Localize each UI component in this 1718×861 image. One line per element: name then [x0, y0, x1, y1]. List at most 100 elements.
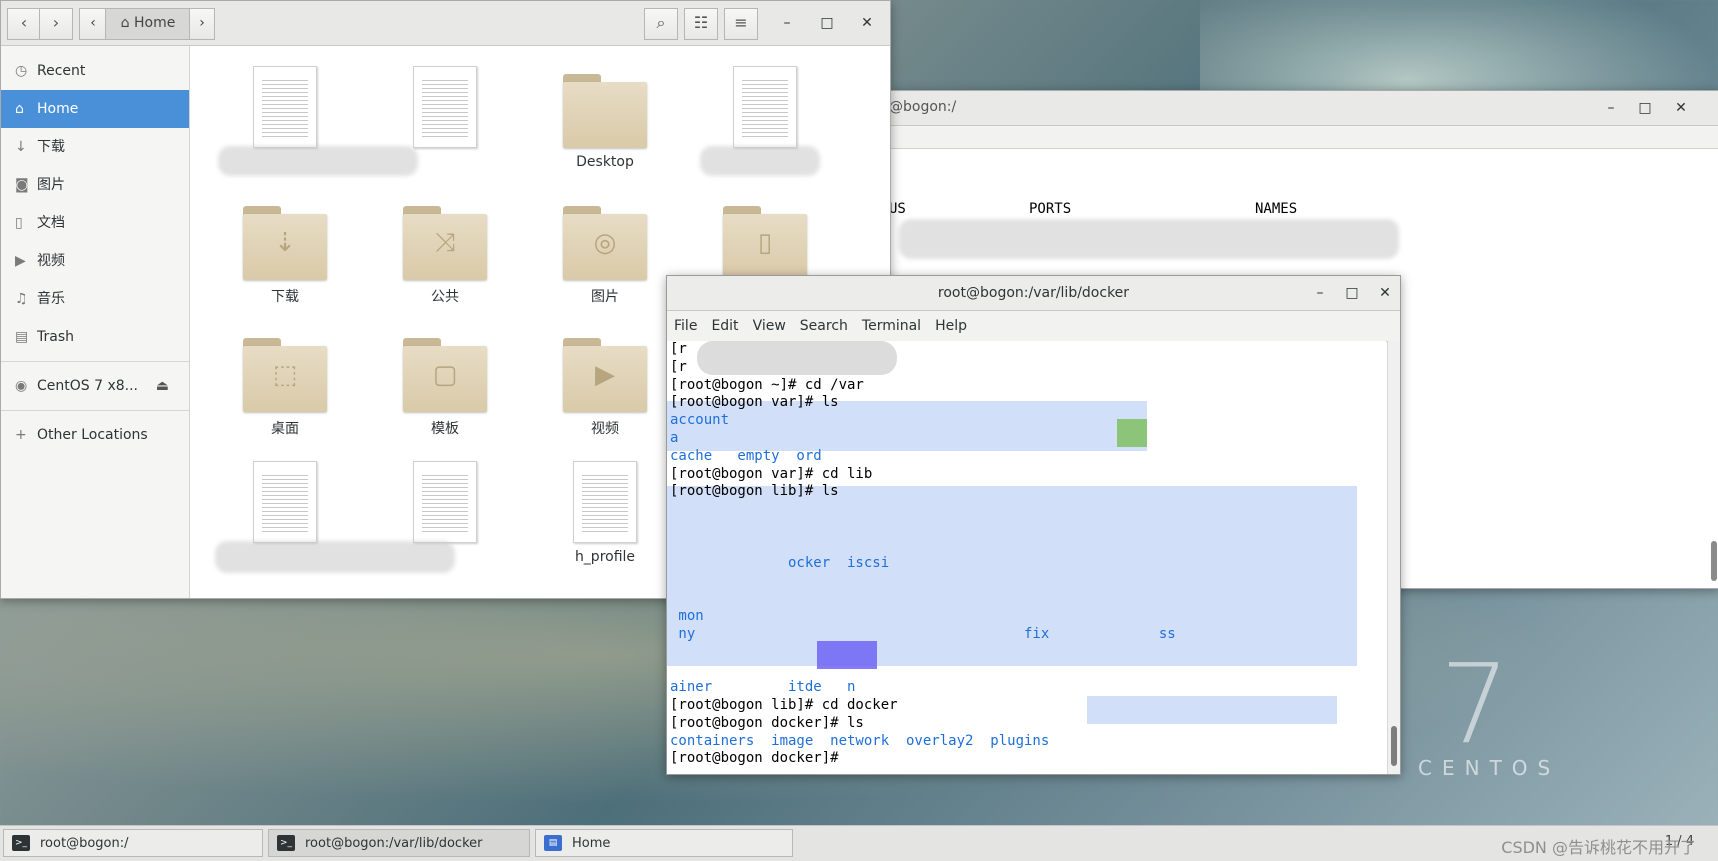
terminal-titlebar[interactable]: root@bogon:/var/lib/docker – □ ✕ [667, 276, 1400, 311]
scrollbar-thumb[interactable] [1711, 541, 1717, 581]
path-right-icon[interactable]: › [189, 8, 215, 40]
terminal-menubar: File Edit View Search Terminal Help [667, 311, 1400, 342]
terminal-window[interactable]: root@bogon:/var/lib/docker – □ ✕ File Edi… [666, 275, 1401, 775]
folder-videos[interactable]: ▶ 视频 [540, 328, 670, 438]
sidebar-item-recent[interactable]: ◷ Recent [1, 52, 189, 90]
maximize-icon[interactable]: □ [1342, 283, 1362, 303]
task-docker-terminal[interactable]: >_ root@bogon:/var/lib/docker [268, 829, 530, 857]
eject-icon[interactable]: ⏏ [156, 367, 169, 405]
taskbar: >_ root@bogon:/ >_ root@bogon:/var/lib/doc… [0, 825, 1718, 861]
menu-help[interactable]: Help [928, 311, 974, 341]
document-icon [413, 461, 477, 543]
path-left-icon[interactable]: ‹ [79, 8, 107, 40]
path-home-label: Home [134, 15, 176, 31]
menu-edit[interactable]: Edit [704, 311, 745, 341]
folder-desktop-cn[interactable]: ⬚ 桌面 [220, 328, 350, 438]
background-terminal-title: @bogon:/ [889, 99, 957, 115]
sidebar-item-home[interactable]: ⌂ Home [1, 90, 189, 128]
file-item[interactable] [220, 66, 350, 148]
file-bash-profile[interactable]: h_profile [540, 461, 670, 565]
folder-label: 下载 [271, 289, 299, 305]
folder-label: 桌面 [271, 421, 299, 437]
document-icon: ▯ [15, 215, 23, 231]
view-toggle-icon[interactable]: ☷ [684, 8, 718, 40]
menu-file[interactable]: File [667, 311, 704, 341]
sidebar-item-pictures[interactable]: ◙ 图片 [1, 166, 189, 204]
folder-pictures[interactable]: ◎ 图片 [540, 196, 670, 306]
terminal-line: containers image network overlay2 plugin… [670, 732, 1050, 749]
terminal-line: [r [670, 341, 687, 357]
task-label: root@bogon:/var/lib/docker [305, 836, 483, 851]
menu-icon[interactable]: ≡ [724, 8, 758, 40]
forward-icon[interactable]: › [39, 8, 73, 40]
sidebar-item-trash[interactable]: ▤ Trash [1, 318, 189, 356]
sidebar-item-music[interactable]: ♫ 音乐 [1, 280, 189, 318]
terminal-line: ocker iscsi [670, 554, 890, 571]
task-root-terminal[interactable]: >_ root@bogon:/ [3, 829, 263, 857]
minimize-icon[interactable]: – [1310, 283, 1330, 303]
files-icon: ▤ [544, 835, 562, 851]
video-icon: ▶ [15, 253, 26, 269]
menu-terminal[interactable]: Terminal [855, 311, 928, 341]
maximize-icon[interactable]: □ [817, 13, 837, 33]
terminal-line: [root@bogon lib]# cd docker [670, 696, 898, 713]
document-icon [253, 66, 317, 148]
terminal-scrollbar[interactable] [1387, 341, 1400, 774]
file-item[interactable] [220, 461, 350, 543]
scrollbar-thumb[interactable] [1391, 726, 1397, 766]
file-item[interactable] [380, 66, 510, 148]
task-files-home[interactable]: ▤ Home [535, 829, 793, 857]
file-label: h_profile [574, 549, 636, 565]
folder-icon [563, 64, 647, 148]
folder-documents[interactable]: ▯ [700, 196, 830, 280]
centos-logo-word: CENTOS [1418, 756, 1561, 780]
folder-video-icon: ▶ [563, 328, 647, 412]
folder-public[interactable]: ⤨ 公共 [380, 196, 510, 306]
folder-desktop-icon: ⬚ [243, 328, 327, 412]
search-icon[interactable]: ⌕ [644, 8, 678, 40]
close-icon[interactable]: ✕ [1375, 283, 1395, 303]
background-terminal-header[interactable]: @bogon:/ – □ ✕ [889, 91, 1718, 126]
terminal-line: ainer itde n [670, 679, 856, 696]
sidebar-item-label: Home [37, 101, 79, 117]
menu-search[interactable]: Search [793, 311, 855, 341]
sidebar-item-downloads[interactable]: ↓ 下载 [1, 128, 189, 166]
sidebar-item-centos-disc[interactable]: ◉ CentOS 7 x8... ⏏ [1, 367, 189, 405]
back-icon[interactable]: ‹ [7, 8, 41, 40]
terminal-line: [root@bogon lib]# ls [670, 483, 839, 500]
menu-view[interactable]: View [746, 311, 793, 341]
folder-label: 视频 [591, 421, 619, 437]
folder-downloads[interactable]: ⇣ 下载 [220, 196, 350, 306]
terminal-line: mon [670, 607, 704, 624]
terminal-icon: >_ [277, 835, 295, 851]
folder-desktop[interactable]: Desktop [540, 64, 670, 170]
terminal-output[interactable]: [r [r [root@bogon ~]# cd /var [root@bogon v… [667, 341, 1386, 774]
terminal-line: [r [670, 358, 687, 375]
sidebar-item-label: 音乐 [37, 291, 65, 307]
minimize-icon[interactable]: – [777, 13, 797, 33]
terminal-line: account [670, 412, 730, 429]
file-item[interactable] [380, 461, 510, 543]
maximize-icon[interactable]: □ [1635, 98, 1655, 118]
file-item[interactable] [700, 66, 830, 148]
sidebar-item-label: 视频 [37, 253, 65, 269]
close-icon[interactable]: ✕ [857, 13, 877, 33]
download-icon: ↓ [15, 139, 27, 155]
sidebar-item-documents[interactable]: ▯ 文档 [1, 204, 189, 242]
folder-camera-icon: ◎ [563, 196, 647, 280]
folder-templates[interactable]: ▢ 模板 [380, 328, 510, 438]
document-icon [413, 66, 477, 148]
path-home-button[interactable]: ⌂ Home [105, 8, 191, 40]
sidebar-item-other-locations[interactable]: + Other Locations [1, 416, 189, 454]
close-icon[interactable]: ✕ [1671, 98, 1691, 118]
minimize-icon[interactable]: – [1601, 98, 1621, 118]
folder-download-icon: ⇣ [243, 196, 327, 280]
sidebar-item-label: 下载 [37, 139, 65, 155]
terminal-line: cache empty ord [670, 447, 822, 464]
sidebar-item-videos[interactable]: ▶ 视频 [1, 242, 189, 280]
folder-template-icon: ▢ [403, 328, 487, 412]
